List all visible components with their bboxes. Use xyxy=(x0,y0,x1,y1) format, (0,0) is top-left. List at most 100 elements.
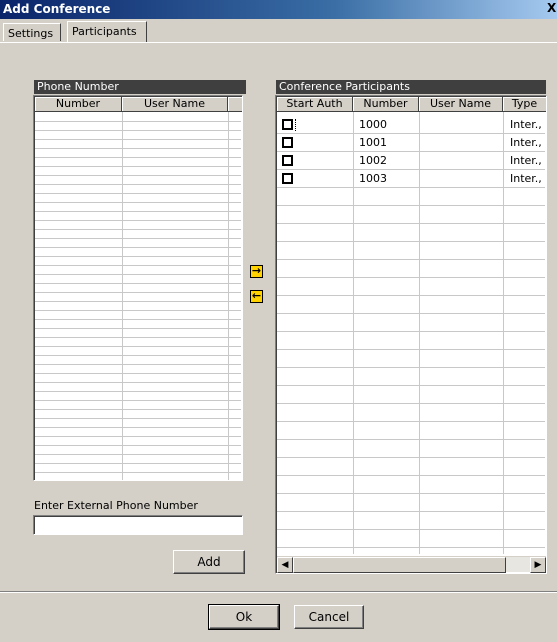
scroll-right-icon[interactable]: ▶ xyxy=(530,557,546,573)
grid-line xyxy=(35,121,241,122)
start-auth-checkbox[interactable] xyxy=(282,137,293,148)
title-bar: Add Conference X xyxy=(0,0,557,19)
grid-line xyxy=(35,436,241,437)
column-header-user-name[interactable]: User Name xyxy=(122,97,228,112)
grid-line xyxy=(277,421,545,422)
table-row[interactable]: 1000 Inter., xyxy=(277,116,546,134)
grid-line xyxy=(35,382,241,383)
conference-participants-panel-title: Conference Participants xyxy=(276,80,546,94)
grid-line xyxy=(277,511,545,512)
tab-participants[interactable]: Participants xyxy=(67,21,147,43)
row-type: Inter., xyxy=(510,136,542,149)
grid-column-line xyxy=(122,112,123,480)
column-header-start-auth[interactable]: Start Auth xyxy=(277,97,353,112)
column-header-user-name[interactable]: User Name xyxy=(419,97,503,112)
grid-line xyxy=(277,313,545,314)
add-button[interactable]: Add xyxy=(173,550,245,574)
grid-column-line xyxy=(353,112,354,554)
grid-line xyxy=(35,139,241,140)
grid-line xyxy=(277,187,545,188)
grid-line xyxy=(35,211,241,212)
grid-line xyxy=(277,547,545,548)
row-type: Inter., xyxy=(510,172,542,185)
grid-line xyxy=(35,400,241,401)
grid-line xyxy=(277,223,545,224)
grid-line xyxy=(35,193,241,194)
grid-line xyxy=(35,472,241,473)
row-type: Inter., xyxy=(510,118,542,131)
grid-line xyxy=(35,175,241,176)
grid-line xyxy=(35,202,241,203)
scroll-left-icon[interactable]: ◀ xyxy=(277,557,293,573)
tab-strip: Settings Participants xyxy=(0,19,557,43)
grid-line xyxy=(35,157,241,158)
grid-line xyxy=(35,319,241,320)
row-type: Inter., xyxy=(510,154,542,167)
grid-line xyxy=(35,355,241,356)
column-header-type[interactable]: Type xyxy=(503,97,546,112)
grid-line xyxy=(35,148,241,149)
grid-line xyxy=(277,349,545,350)
cancel-button[interactable]: Cancel xyxy=(294,605,364,629)
grid-line xyxy=(277,529,545,530)
footer-divider-highlight xyxy=(0,592,557,593)
grid-column-line xyxy=(503,112,504,554)
arrow-right-icon[interactable]: → xyxy=(250,265,263,278)
grid-line xyxy=(35,364,241,365)
table-row[interactable]: 1002 Inter., xyxy=(277,152,546,170)
column-header-filler xyxy=(228,97,242,112)
grid-line xyxy=(35,373,241,374)
participants-list[interactable]: Start Auth Number User Name Type 1000 In… xyxy=(275,95,547,574)
grid-line xyxy=(277,133,545,134)
row-number: 1002 xyxy=(359,154,387,167)
grid-line xyxy=(35,337,241,338)
ok-button[interactable]: Ok xyxy=(208,604,280,630)
grid-line xyxy=(35,166,241,167)
grid-line xyxy=(35,265,241,266)
grid-line xyxy=(277,205,545,206)
grid-line xyxy=(35,274,241,275)
column-header-number[interactable]: Number xyxy=(35,97,122,112)
grid-line xyxy=(277,385,545,386)
external-phone-input[interactable] xyxy=(33,515,243,535)
grid-line xyxy=(277,367,545,368)
grid-line xyxy=(35,328,241,329)
start-auth-checkbox[interactable] xyxy=(282,119,293,130)
grid-line xyxy=(35,445,241,446)
phone-number-list[interactable]: Number User Name xyxy=(33,95,243,481)
horizontal-scrollbar[interactable]: ◀ ▶ xyxy=(277,556,546,573)
grid-line xyxy=(35,409,241,410)
grid-line xyxy=(277,457,545,458)
grid-line xyxy=(35,292,241,293)
column-header-number[interactable]: Number xyxy=(353,97,419,112)
grid-line xyxy=(35,427,241,428)
grid-line xyxy=(35,283,241,284)
grid-column-line xyxy=(228,112,229,480)
grid-line xyxy=(35,301,241,302)
grid-line xyxy=(35,229,241,230)
table-row[interactable]: 1003 Inter., xyxy=(277,170,546,188)
close-icon[interactable]: X xyxy=(547,1,557,17)
row-number: 1003 xyxy=(359,172,387,185)
start-auth-checkbox[interactable] xyxy=(282,173,293,184)
start-auth-checkbox[interactable] xyxy=(282,155,293,166)
grid-line xyxy=(35,184,241,185)
grid-line xyxy=(35,346,241,347)
grid-line xyxy=(277,439,545,440)
external-phone-label: Enter External Phone Number xyxy=(34,499,198,512)
grid-line xyxy=(277,493,545,494)
grid-line xyxy=(277,403,545,404)
grid-line xyxy=(277,331,545,332)
table-row[interactable]: 1001 Inter., xyxy=(277,134,546,152)
grid-line xyxy=(35,391,241,392)
arrow-left-icon[interactable]: ← xyxy=(250,290,263,303)
focus-indicator xyxy=(295,119,296,131)
grid-line xyxy=(277,151,545,152)
scroll-thumb[interactable] xyxy=(293,557,506,573)
grid-line xyxy=(35,310,241,311)
grid-line xyxy=(35,238,241,239)
grid-line xyxy=(35,463,241,464)
grid-column-line xyxy=(419,112,420,554)
grid-line xyxy=(35,130,241,131)
tab-settings[interactable]: Settings xyxy=(3,23,61,41)
